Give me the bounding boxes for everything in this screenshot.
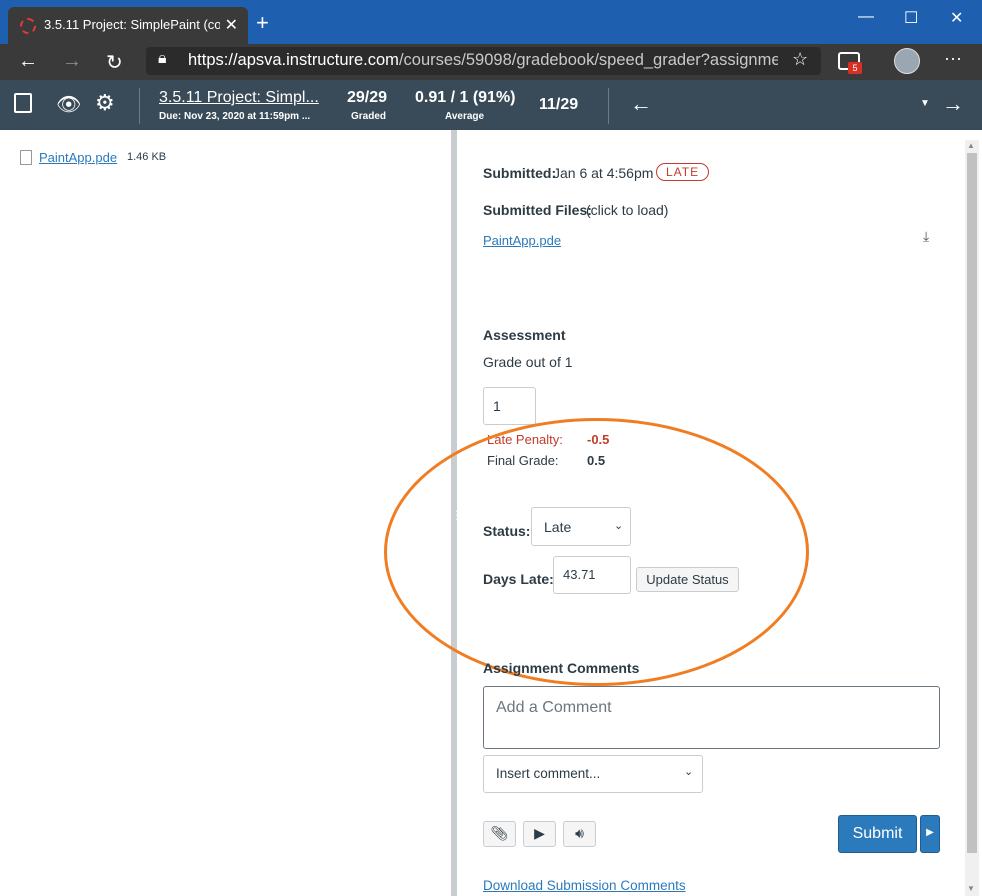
grade-input[interactable]: 1 bbox=[483, 387, 536, 425]
insert-comment-value: Insert comment... bbox=[496, 766, 601, 781]
average-label: Average bbox=[445, 111, 485, 122]
assessment-heading: Assessment bbox=[483, 327, 566, 343]
speedgrader-header: 👁︎ ⚙︎ 3.5.11 Project: Simpl... Due: Nov … bbox=[0, 80, 982, 130]
new-tab-icon[interactable]: + bbox=[256, 10, 269, 36]
grade-out-of: Grade out of 1 bbox=[483, 354, 573, 370]
scroll-up-icon[interactable]: ▲ bbox=[967, 141, 975, 150]
settings-gear-icon[interactable]: ⚙︎ bbox=[95, 90, 115, 116]
assignment-comments-heading: Assignment Comments bbox=[483, 660, 640, 676]
insert-comment-select[interactable]: Insert comment... ⌄ bbox=[483, 755, 703, 793]
next-student-arrow-icon[interactable]: → bbox=[942, 91, 964, 117]
left-file-link[interactable]: PaintApp.pde bbox=[39, 150, 117, 165]
attach-file-button[interactable]: 📎︎ bbox=[483, 821, 516, 847]
lock-icon: 🔒︎ bbox=[158, 50, 167, 67]
browser-tab[interactable]: 3.5.11 Project: SimplePaint (code ✕ bbox=[8, 7, 248, 44]
due-date: Due: Nov 23, 2020 at 11:59pm ... bbox=[159, 111, 311, 122]
gradebook-icon[interactable] bbox=[14, 93, 32, 113]
student-position: 11/29 bbox=[539, 96, 579, 113]
close-tab-icon[interactable]: ✕ bbox=[225, 15, 238, 35]
notification-badge: 5 bbox=[848, 62, 862, 74]
media-comment-button[interactable]: ▶ bbox=[523, 821, 556, 847]
minimize-icon[interactable]: — bbox=[858, 8, 874, 26]
file-icon bbox=[20, 150, 32, 165]
student-dropdown-chevron-icon[interactable]: ▼ bbox=[920, 98, 930, 109]
submitted-files-label: Submitted Files: bbox=[483, 202, 592, 218]
refresh-icon[interactable]: ↻ bbox=[106, 50, 123, 75]
submitted-date: Jan 6 at 4:56pm bbox=[553, 165, 654, 181]
forward-arrow-icon[interactable]: → bbox=[62, 50, 82, 73]
graded-label: Graded bbox=[351, 111, 387, 122]
graded-count: 29/29 bbox=[347, 89, 388, 106]
submitted-label: Submitted: bbox=[483, 165, 557, 181]
average-value: 0.91 / 1 (91%) bbox=[415, 89, 516, 106]
url-host: https://apsva.instructure.com bbox=[188, 51, 399, 69]
previous-student-arrow-icon[interactable]: ← bbox=[630, 91, 652, 117]
speaker-icon: 🔊︎ bbox=[575, 825, 584, 841]
chevron-down-icon: ⌄ bbox=[684, 766, 694, 778]
submitted-file-link[interactable]: PaintApp.pde bbox=[483, 233, 561, 248]
submit-options-button[interactable]: ▶ bbox=[920, 815, 940, 853]
maximize-icon[interactable]: ☐ bbox=[904, 8, 918, 28]
canvas-favicon-icon bbox=[20, 18, 36, 34]
submit-button[interactable]: Submit bbox=[838, 815, 917, 853]
caret-right-icon: ▶ bbox=[926, 827, 934, 838]
download-icon[interactable]: ⤓ bbox=[923, 228, 929, 245]
header-divider bbox=[139, 88, 140, 124]
paperclip-icon: 📎︎ bbox=[490, 825, 509, 841]
header-divider bbox=[608, 88, 609, 124]
profile-avatar[interactable] bbox=[894, 48, 920, 74]
download-comments-link[interactable]: Download Submission Comments bbox=[483, 878, 686, 893]
assignment-title-link[interactable]: 3.5.11 Project: Simpl... bbox=[159, 89, 319, 107]
video-icon: ▶ bbox=[534, 825, 545, 841]
comment-textarea[interactable]: Add a Comment bbox=[483, 686, 940, 749]
back-arrow-icon[interactable]: ← bbox=[18, 50, 38, 73]
left-file-size: 1.46 KB bbox=[127, 151, 167, 163]
scroll-down-icon[interactable]: ▼ bbox=[967, 884, 975, 893]
url-text[interactable]: https://apsva.instructure.com/courses/59… bbox=[188, 51, 778, 70]
window-close-icon[interactable]: ✕ bbox=[950, 8, 963, 28]
submitted-files-hint: (click to load) bbox=[586, 202, 669, 218]
favorite-star-icon[interactable]: ☆ bbox=[792, 49, 808, 70]
url-path: /courses/59098/gradebook/speed_grader?as… bbox=[398, 51, 778, 69]
more-options-icon[interactable]: ··· bbox=[944, 48, 962, 69]
highlight-annotation-ellipse bbox=[384, 418, 809, 686]
late-badge: LATE bbox=[656, 163, 710, 181]
eye-icon[interactable]: 👁︎ bbox=[56, 92, 81, 117]
scrollbar-thumb[interactable] bbox=[967, 153, 977, 853]
audio-comment-button[interactable]: 🔊︎ bbox=[563, 821, 596, 847]
tab-title: 3.5.11 Project: SimplePaint (code bbox=[44, 17, 220, 32]
